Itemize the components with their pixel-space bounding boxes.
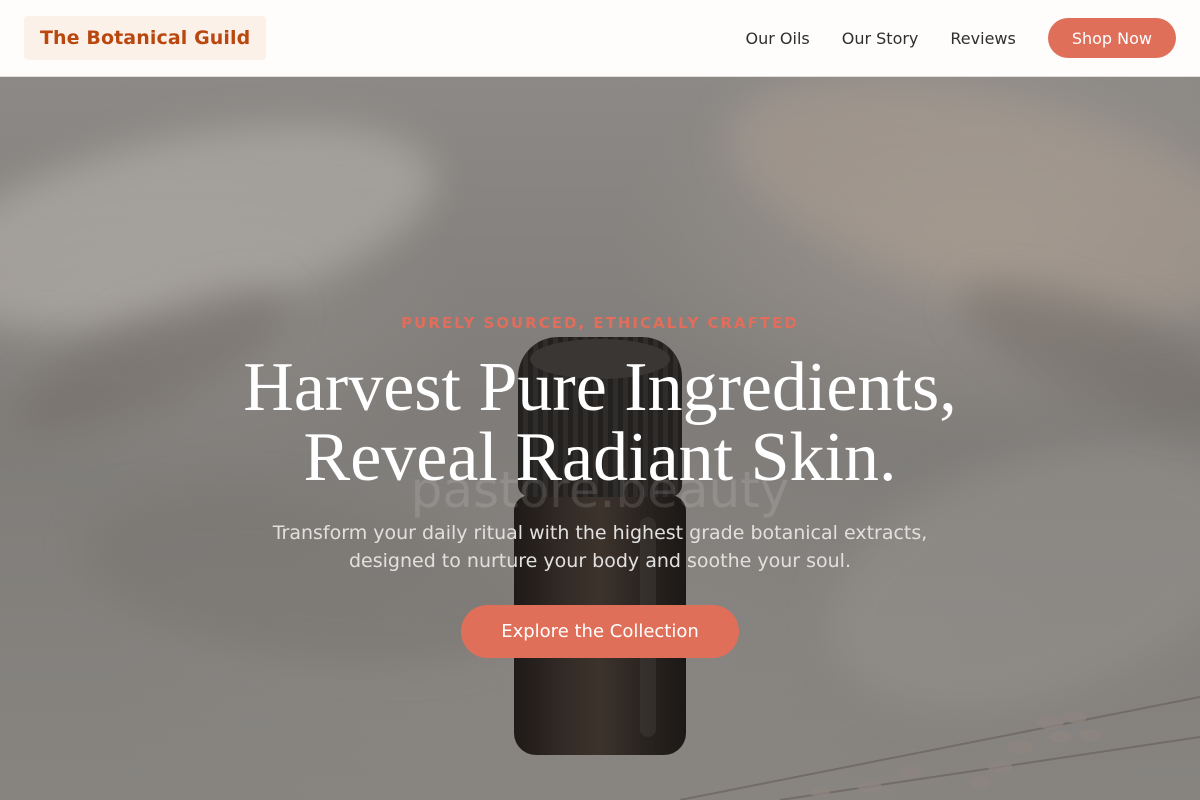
shop-now-button[interactable]: Shop Now [1047, 18, 1176, 58]
hero-subtext: Transform your daily ritual with the hig… [272, 522, 928, 572]
main-nav: Our Oils Our Story Reviews Shop Now [746, 18, 1176, 58]
explore-collection-button[interactable]: Explore the Collection [461, 605, 739, 658]
hero-content: PURELY SOURCED, ETHICALLY CRAFTED Harves… [0, 313, 1200, 658]
hero-headline-line-1: Harvest Pure Ingredients, [243, 349, 957, 426]
nav-link-our-story[interactable]: Our Story [842, 29, 919, 48]
site-header: The Botanical Guild Our Oils Our Story R… [0, 0, 1200, 77]
lavender-sprig-icon [679, 696, 1200, 800]
nav-link-our-oils[interactable]: Our Oils [746, 29, 810, 48]
nav-link-reviews[interactable]: Reviews [950, 29, 1015, 48]
brand-logo[interactable]: The Botanical Guild [24, 16, 267, 60]
hero-headline-line-2: Reveal Radiant Skin. [303, 419, 897, 496]
hero-section: pastore.beauty PURELY SOURCED, ETHICALLY… [0, 77, 1200, 800]
hero-tagline: PURELY SOURCED, ETHICALLY CRAFTED [401, 314, 799, 332]
hero-headline: Harvest Pure Ingredients, Reveal Radiant… [0, 353, 1200, 493]
